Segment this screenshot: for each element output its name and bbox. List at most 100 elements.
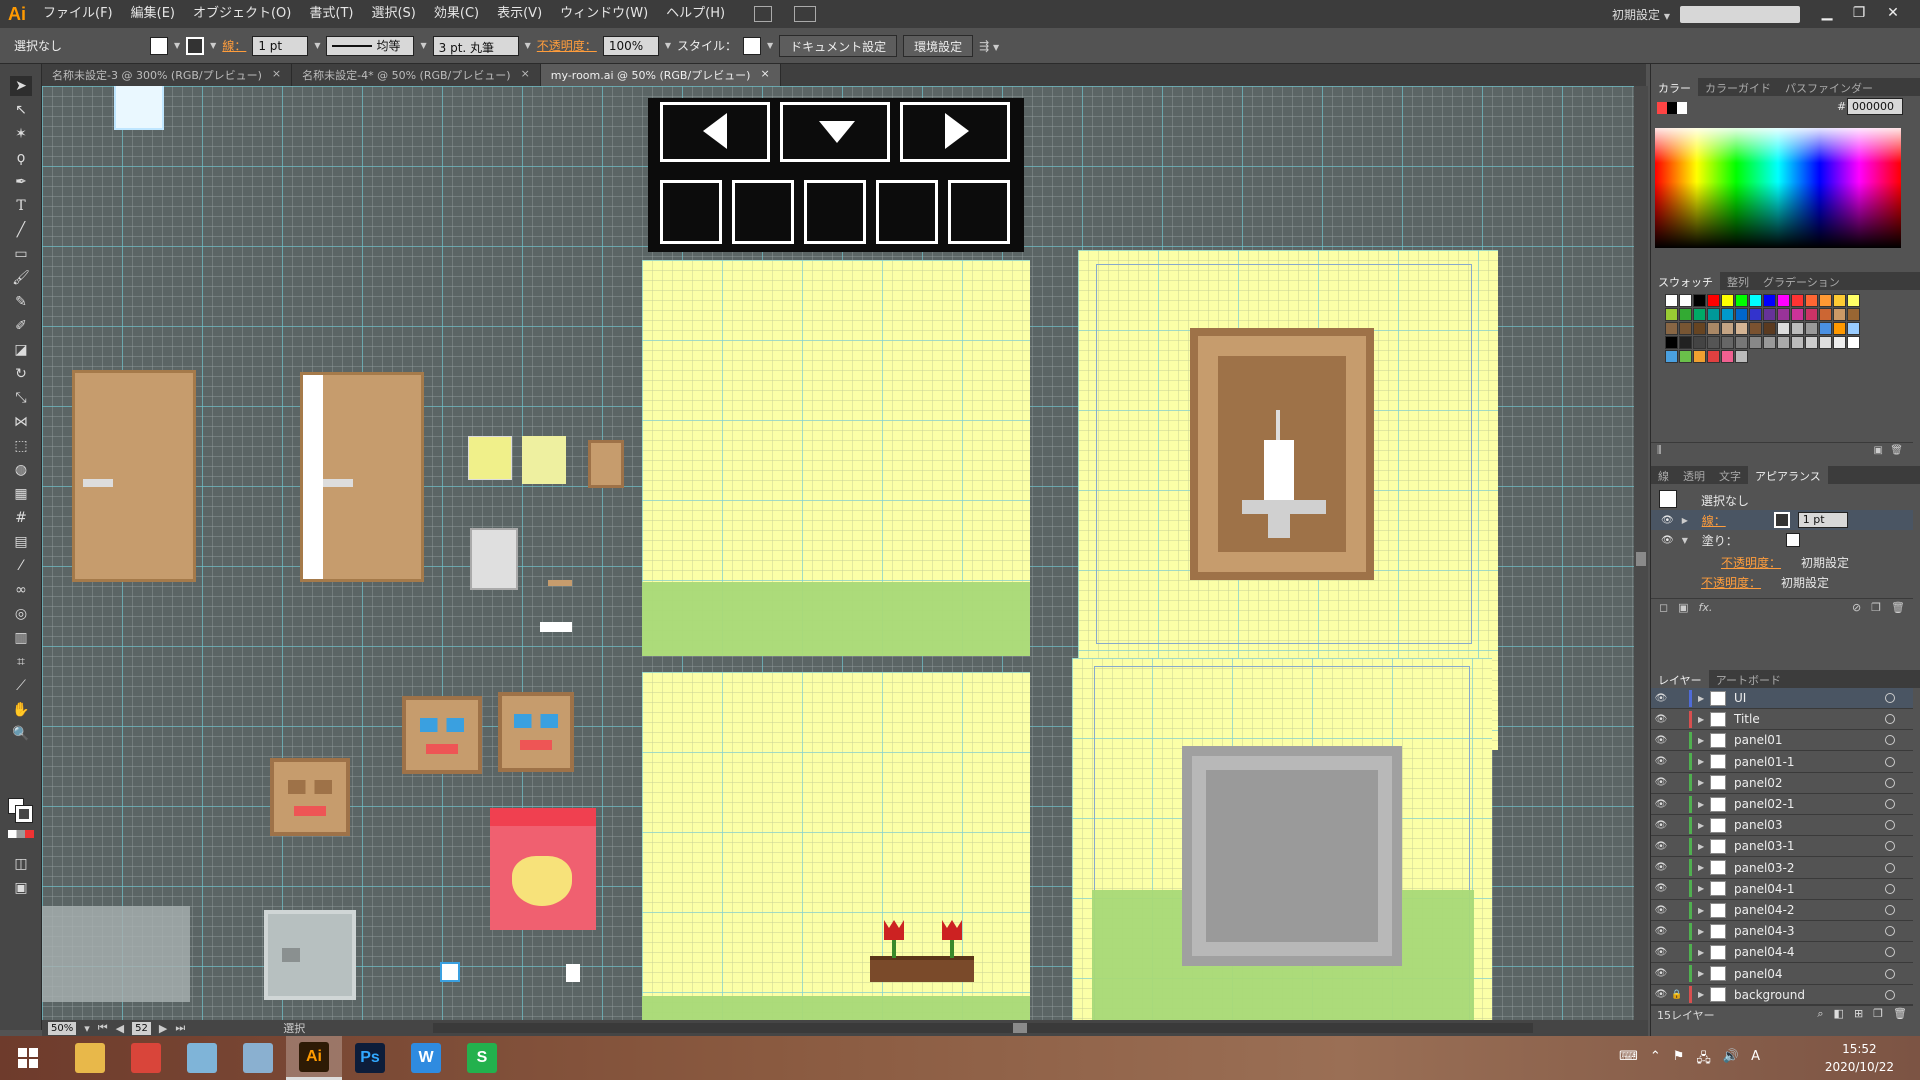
visibility-eye-icon[interactable]: 👁 [1651, 841, 1671, 852]
swatch[interactable] [1777, 294, 1790, 307]
prev-artboard-icon[interactable]: ◀ [116, 1022, 124, 1035]
appearance-stroke-weight[interactable]: 1 pt [1797, 512, 1848, 528]
taskbar-app-explorer[interactable] [62, 1036, 118, 1080]
swatch[interactable] [1665, 308, 1678, 321]
swatch[interactable] [1665, 350, 1678, 363]
visibility-eye-icon[interactable]: 👁 [1651, 735, 1671, 746]
swatch[interactable] [1749, 308, 1762, 321]
tab-transparency[interactable]: 透明 [1676, 466, 1712, 484]
expand-layer-icon[interactable]: ▶ [1698, 863, 1710, 872]
swatch[interactable] [1763, 322, 1776, 335]
white-small-sprite[interactable] [566, 964, 580, 982]
swatch[interactable] [1819, 322, 1832, 335]
right-arrow-button[interactable] [900, 102, 1010, 162]
swatch[interactable] [1665, 322, 1678, 335]
vertical-scrollbar[interactable] [1634, 86, 1648, 1020]
layer-target-icon[interactable] [1885, 799, 1895, 809]
layer-row[interactable]: 👁 ▶ Title [1651, 709, 1913, 731]
layer-target-icon[interactable] [1885, 841, 1895, 852]
volume-icon[interactable]: 🔊 [1723, 1049, 1739, 1071]
blue-plus-sprite[interactable] [440, 962, 460, 982]
eye-icon[interactable]: 👁 [1661, 515, 1674, 526]
swatch[interactable] [1777, 322, 1790, 335]
menu-edit[interactable]: 編集(E) [122, 0, 184, 28]
horizontal-scroll-thumb[interactable] [1013, 1023, 1028, 1033]
inventory-slot[interactable] [876, 180, 938, 244]
appearance-fill-row[interactable]: 👁 ▼ 塗り： [1651, 530, 1913, 550]
swatch[interactable] [1693, 308, 1706, 321]
swatch[interactable] [1707, 336, 1720, 349]
open-wooden-door[interactable] [300, 372, 424, 582]
menu-select[interactable]: 選択(S) [362, 0, 424, 28]
zoom-field[interactable]: 50% [48, 1021, 77, 1035]
tab-color-guide[interactable]: カラーガイド [1698, 78, 1778, 96]
artboard-panel04[interactable] [1072, 658, 1492, 1020]
layer-row[interactable]: 👁 ▶ panel01-1 [1651, 752, 1913, 773]
color-mode-icons[interactable] [8, 830, 34, 838]
mesh-tool-icon[interactable]: # [10, 508, 32, 528]
paintbrush-tool-icon[interactable]: 🖌 [10, 268, 32, 288]
inventory-slot[interactable] [660, 180, 722, 244]
zoom-tool-icon[interactable]: 🔍 [10, 724, 32, 744]
network-icon[interactable]: 🖧 [1696, 1049, 1711, 1071]
visibility-eye-icon[interactable]: 👁 [1651, 926, 1671, 937]
expand-layer-icon[interactable]: ▶ [1698, 778, 1710, 787]
expand-layer-icon[interactable]: ▶ [1698, 906, 1710, 915]
swatch[interactable] [1805, 336, 1818, 349]
swatch[interactable] [1847, 336, 1860, 349]
pencil-tool-icon[interactable]: ✎ [10, 292, 32, 312]
make-clipping-mask-icon[interactable]: ◧ [1834, 1007, 1844, 1022]
add-stroke-icon[interactable]: ◻ [1659, 601, 1668, 614]
swatch-library-icon[interactable]: ⫼ [1657, 445, 1662, 456]
menu-effect[interactable]: 効果(C) [425, 0, 488, 28]
swatch[interactable] [1693, 336, 1706, 349]
swatch[interactable] [1721, 322, 1734, 335]
swatch[interactable] [1721, 336, 1734, 349]
screen-mode-icon[interactable]: ▣ [10, 878, 32, 898]
swatch[interactable] [1679, 350, 1692, 363]
taskbar-app-illustrator[interactable]: Ai [286, 1036, 342, 1080]
pink-bag-sprite[interactable] [490, 808, 596, 930]
tab-untitled-3[interactable]: 名称未設定-3 @ 300% (RGB/プレビュー) × [42, 64, 293, 86]
swatch[interactable] [1777, 308, 1790, 321]
swatch[interactable] [1735, 308, 1748, 321]
layer-row[interactable]: 👁 ▶ panel04-1 [1651, 879, 1913, 900]
fx-icon[interactable]: fx. [1699, 601, 1713, 614]
expand-layer-icon[interactable]: ▶ [1698, 757, 1710, 766]
expand-layer-icon[interactable]: ▶ [1698, 736, 1710, 745]
face-box-sprite[interactable] [498, 692, 574, 772]
type-tool-icon[interactable]: T [10, 196, 32, 216]
swatch[interactable] [1749, 322, 1762, 335]
tab-layers[interactable]: レイヤー [1651, 670, 1709, 688]
tab-close-icon[interactable]: × [272, 67, 281, 83]
stroke-weight-field[interactable]: 1 pt [252, 35, 309, 56]
tray-expand-icon[interactable]: ⌃ [1650, 1049, 1661, 1071]
sketch-sprite[interactable] [470, 528, 518, 590]
add-fill-icon[interactable]: ▣ [1678, 601, 1688, 614]
taskbar-app-chrome[interactable] [118, 1036, 174, 1080]
layer-row[interactable]: 👁 ▶ panel03-2 [1651, 858, 1913, 879]
stroke-swatch[interactable] [186, 36, 205, 55]
swatch[interactable] [1763, 308, 1776, 321]
layer-target-icon[interactable] [1885, 968, 1895, 979]
blob-brush-tool-icon[interactable]: ✐ [10, 316, 32, 336]
lasso-tool-icon[interactable]: ϙ [10, 148, 32, 168]
new-sublayer-icon[interactable]: ⊞ [1854, 1007, 1863, 1022]
delete-layer-icon[interactable]: 🗑 [1893, 1007, 1907, 1022]
rectangle-tool-icon[interactable]: ▭ [10, 244, 32, 264]
new-layer-icon[interactable]: ❐ [1873, 1007, 1883, 1022]
line-tool-icon[interactable]: ╱ [10, 220, 32, 240]
perspective-grid-tool-icon[interactable]: ▦ [10, 484, 32, 504]
duplicate-item-icon[interactable]: ❐ [1871, 601, 1881, 614]
white-bar-sprite[interactable] [540, 622, 572, 632]
free-transform-tool-icon[interactable]: ⬚ [10, 436, 32, 456]
swatch[interactable] [1777, 336, 1790, 349]
artboard-panel02[interactable] [642, 672, 1030, 1020]
swatch[interactable] [1721, 350, 1734, 363]
swatch[interactable] [1679, 308, 1692, 321]
left-arrow-button[interactable] [660, 102, 770, 162]
start-button[interactable] [0, 1036, 56, 1080]
hand-tool-icon[interactable]: ✋ [10, 700, 32, 720]
opacity-link-2[interactable]: 不透明度： [1701, 574, 1761, 591]
selection-tool-icon[interactable]: ➤ [10, 76, 32, 96]
